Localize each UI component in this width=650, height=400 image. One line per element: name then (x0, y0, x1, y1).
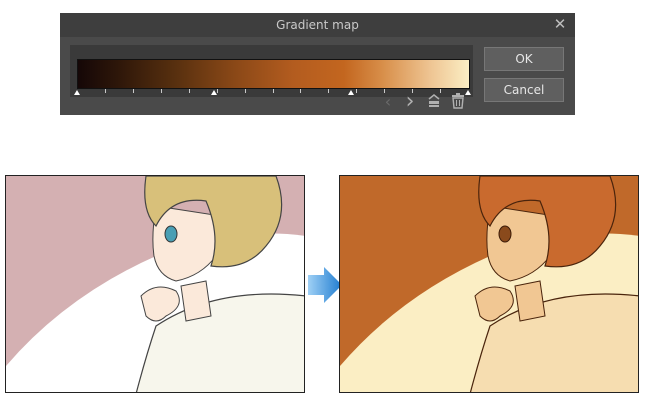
ruler-tick (217, 89, 218, 93)
ruler-tick (105, 89, 106, 93)
gradient-map-dialog: Gradient map ✕ OK Cancel ‹ › (60, 13, 575, 115)
original-illustration (5, 175, 305, 393)
next-icon[interactable]: › (402, 91, 418, 113)
ruler-tick (273, 89, 274, 93)
gradient-bar[interactable] (77, 59, 470, 89)
previous-icon[interactable]: ‹ (380, 93, 396, 111)
ruler-tick (133, 89, 134, 93)
dialog-title: Gradient map (276, 18, 359, 32)
ruler-tick (245, 89, 246, 93)
ruler-tick (356, 89, 357, 93)
ruler-tick (300, 89, 301, 93)
ruler-tick (328, 89, 329, 93)
ruler-tick (161, 89, 162, 93)
gradient-stop-marker[interactable] (211, 90, 217, 95)
gradient-mapped-illustration (339, 175, 639, 393)
trash-icon[interactable] (450, 93, 466, 111)
gradient-stop-marker[interactable] (74, 90, 80, 95)
close-icon[interactable]: ✕ (553, 15, 567, 33)
gradient-stop-marker[interactable] (348, 90, 354, 95)
original-artwork (6, 176, 304, 392)
reverse-icon[interactable] (426, 93, 442, 111)
ok-button[interactable]: OK (484, 47, 564, 71)
title-bar[interactable]: Gradient map ✕ (60, 13, 575, 37)
cancel-button[interactable]: Cancel (484, 78, 564, 102)
ruler-tick (189, 89, 190, 93)
mapped-artwork (340, 176, 638, 392)
